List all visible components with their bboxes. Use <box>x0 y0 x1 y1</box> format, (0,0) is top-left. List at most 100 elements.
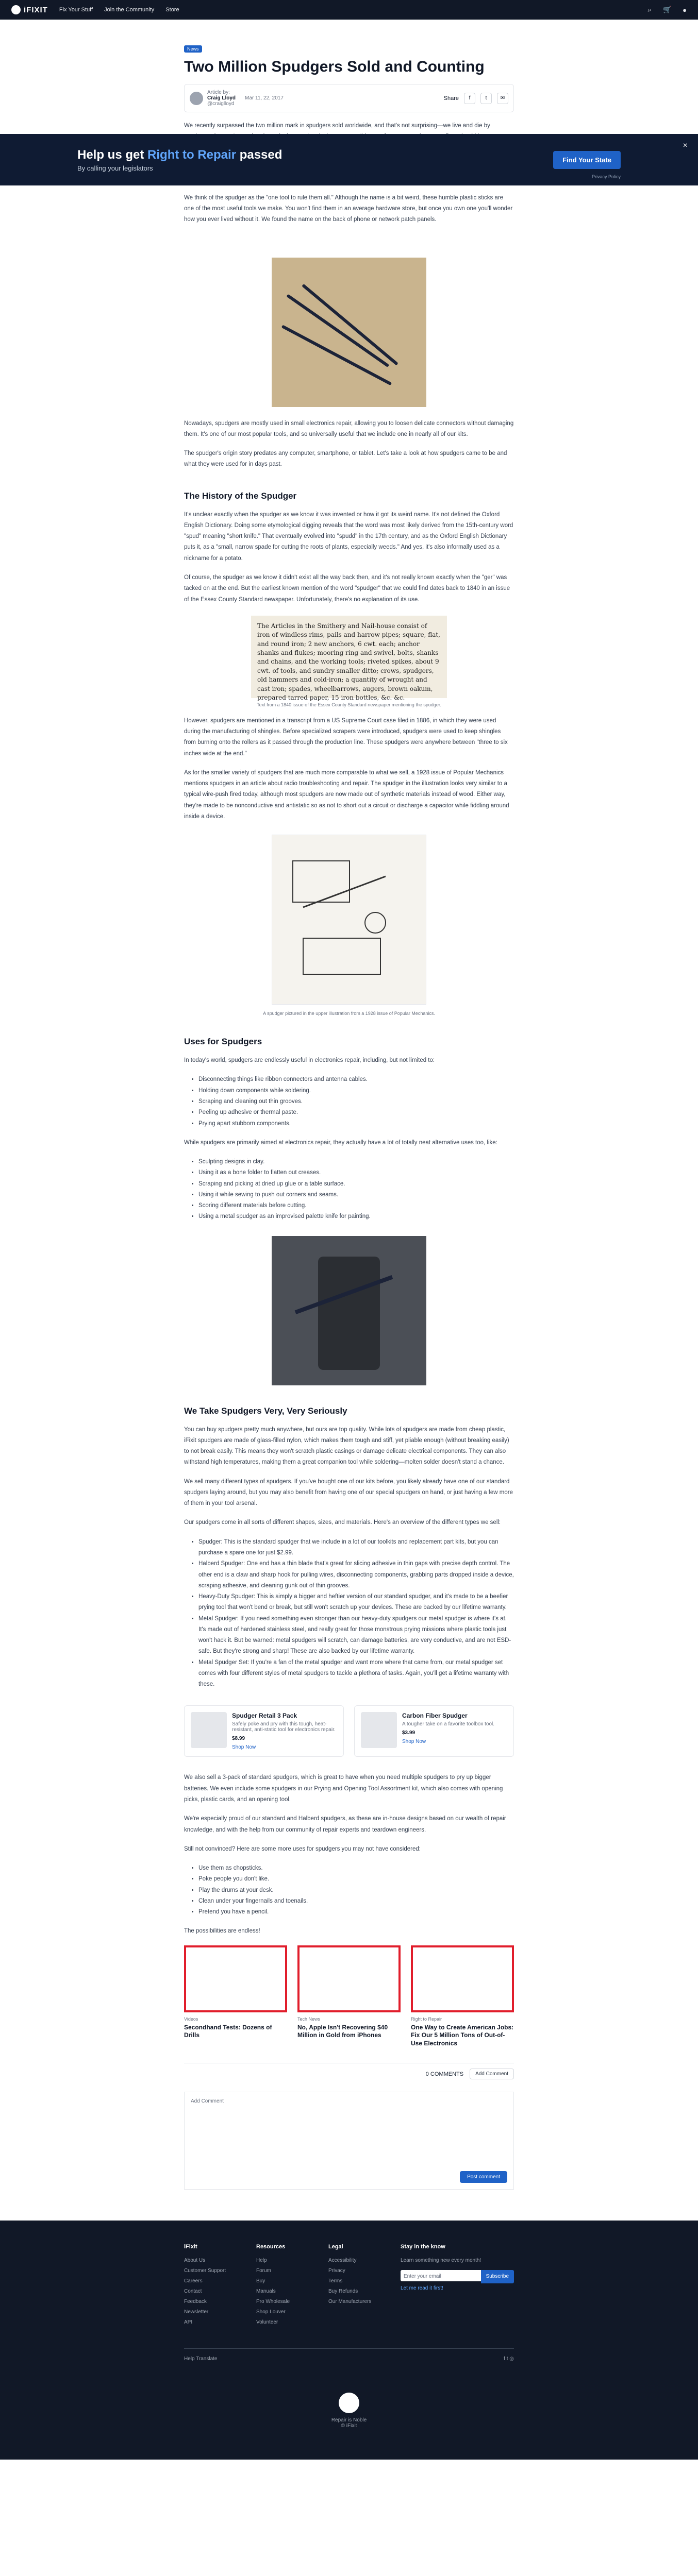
footer-link[interactable]: API <box>184 2317 241 2328</box>
related-image <box>297 1945 401 2012</box>
page-title: Two Million Spudgers Sold and Counting <box>184 58 485 75</box>
list-item: Prying apart stubborn components. <box>198 1118 514 1129</box>
section-heading-uses: Uses for Spudgers <box>184 1037 262 1047</box>
footer-link[interactable]: Help <box>256 2256 313 2266</box>
list-item: Sculpting designs in clay. <box>198 1157 514 1167</box>
newspaper-clipping: The Articles in the Smithery and Nail-ho… <box>251 615 447 701</box>
list-item: Use them as chopsticks. <box>198 1863 514 1874</box>
nav-item-fix[interactable]: Fix Your Stuff <box>59 7 93 13</box>
footer-link[interactable]: Forum <box>256 2266 313 2276</box>
image-caption: Text from a 1840 issue of the Essex Coun… <box>257 702 441 707</box>
paragraph: Our spudgers come in all sorts of differ… <box>184 1519 501 1526</box>
instagram-icon[interactable]: ◎ <box>509 2356 514 2362</box>
paragraph: We think of the spudger as the "one tool… <box>184 194 513 223</box>
paragraph: As for the smaller variety of spudgers t… <box>184 769 509 820</box>
alt-uses-list: Sculpting designs in clay. Using it as a… <box>198 1157 514 1223</box>
author-block: Article by: Craig Lloyd @craiglloyd <box>190 90 236 107</box>
footer-col-ifixit: iFixit About Us Customer Support Careers… <box>184 2241 241 2328</box>
related-image <box>411 1945 514 2012</box>
ifixit-logo-icon <box>339 2393 359 2414</box>
spudger-photo <box>272 257 426 407</box>
footer-link[interactable]: Volunteer <box>256 2317 313 2328</box>
banner-title: Help us get Right to Repair passed <box>77 147 282 162</box>
email-icon[interactable]: ✉ <box>497 92 508 104</box>
add-comment-button[interactable]: Add Comment <box>470 2069 514 2080</box>
related-card[interactable]: Videos Secondhand Tests: Dozens of Drill… <box>184 1945 287 2048</box>
paragraph: We're especially proud of our standard a… <box>184 1816 506 1833</box>
footer-link[interactable]: About Us <box>184 2256 241 2266</box>
avatar[interactable] <box>190 91 203 105</box>
twitter-icon[interactable]: t <box>507 2356 508 2362</box>
footer-link[interactable]: Feedback <box>184 2297 241 2307</box>
paragraph: Still not convinced? Here are some more … <box>184 1845 421 1852</box>
product-image <box>361 1712 397 1749</box>
top-nav: iFIXIT Fix Your Stuff Join the Community… <box>0 0 698 20</box>
comment-box[interactable]: Add Comment Post comment <box>184 2092 514 2190</box>
newsletter: Stay in the know Learn something new eve… <box>401 2241 514 2328</box>
shop-now-link[interactable]: Shop Now <box>232 1744 337 1750</box>
right-to-repair-banner: Help us get Right to Repair passed By ca… <box>0 134 698 185</box>
twitter-icon[interactable]: t <box>480 92 492 104</box>
logo-icon <box>11 5 21 14</box>
types-list: Spudger: This is the standard spudger th… <box>198 1537 514 1690</box>
find-state-button[interactable]: Find Your State <box>553 150 621 169</box>
list-item: Disconnecting things like ribbon connect… <box>198 1074 514 1085</box>
list-item: Pretend you have a pencil. <box>198 1907 514 1918</box>
footer-link[interactable]: Pro Wholesale <box>256 2297 313 2307</box>
footer-link[interactable]: Newsletter <box>184 2307 241 2317</box>
paragraph: The possibilities are endless! <box>184 1928 260 1935</box>
category-tag[interactable]: News <box>184 45 202 53</box>
footer-link[interactable]: Our Manufacturers <box>328 2297 385 2307</box>
footer-link[interactable]: Customer Support <box>184 2266 241 2276</box>
uses-list: Disconnecting things like ribbon connect… <box>198 1074 514 1129</box>
list-item: Clean under your fingernails and toenail… <box>198 1896 514 1907</box>
article-meta: Article by: Craig Lloyd @craiglloyd Mar 11… <box>184 84 514 112</box>
close-icon[interactable]: × <box>683 141 688 150</box>
more-uses-list: Use them as chopsticks. Poke people you … <box>198 1863 514 1918</box>
facebook-icon[interactable]: f <box>504 2356 505 2362</box>
nav-item-store[interactable]: Store <box>165 7 179 13</box>
cart-icon[interactable]: 🛒 <box>663 6 671 14</box>
footer-link[interactable]: Terms <box>328 2276 385 2286</box>
section-heading-serious: We Take Spudgers Very, Very Seriously <box>184 1405 347 1416</box>
social-icons: f t ◎ <box>504 2356 514 2362</box>
list-item: Scraping and cleaning out thin grooves. <box>198 1096 514 1107</box>
paragraph: You can buy spudgers pretty much anywher… <box>184 1426 509 1466</box>
footer-link[interactable]: Shop Louver <box>256 2307 313 2317</box>
search-icon[interactable]: ⌕ <box>648 6 652 14</box>
user-icon[interactable]: ● <box>683 6 687 14</box>
comments-bar: 0 COMMENTS Add Comment <box>184 2063 514 2080</box>
newsletter-link[interactable]: Let me read it first! <box>401 2283 514 2294</box>
nav-item-community[interactable]: Join the Community <box>104 7 154 13</box>
logo[interactable]: iFIXIT <box>11 5 48 14</box>
language-selector[interactable]: Help Translate <box>184 2356 217 2362</box>
list-item: Halberd Spudger: One end has a thin blad… <box>198 1558 514 1591</box>
facebook-icon[interactable]: f <box>464 92 475 104</box>
footer-link[interactable]: Buy <box>256 2276 313 2286</box>
related-card[interactable]: Right to Repair One Way to Create Americ… <box>411 1945 514 2048</box>
product-card[interactable]: Carbon Fiber Spudger A tougher take on a … <box>354 1705 514 1757</box>
related-card[interactable]: Tech News No, Apple Isn't Recovering $40… <box>297 1945 401 2048</box>
list-item: Poke people you don't like. <box>198 1874 514 1885</box>
list-item: Spudger: This is the standard spudger th… <box>198 1537 514 1559</box>
footer-link[interactable]: Careers <box>184 2276 241 2286</box>
footer-link[interactable]: Contact <box>184 2286 241 2297</box>
list-item: Scraping and picking at dried up glue or… <box>198 1179 514 1190</box>
share-block: Share f t ✉ <box>444 92 508 104</box>
email-field[interactable]: Enter your email <box>401 2270 481 2282</box>
subscribe-button[interactable]: Subscribe <box>480 2270 514 2284</box>
paragraph: We sell many different types of spudgers… <box>184 1478 513 1507</box>
illustration-drawing <box>292 860 386 975</box>
footer-link[interactable]: Manuals <box>256 2286 313 2297</box>
related-articles: Videos Secondhand Tests: Dozens of Drill… <box>184 1945 514 2048</box>
paragraph: While spudgers are primarily aimed at el… <box>184 1139 497 1146</box>
privacy-link[interactable]: Privacy Policy <box>592 174 621 179</box>
post-comment-button[interactable]: Post comment <box>460 2171 507 2183</box>
footer-link[interactable]: Buy Refunds <box>328 2286 385 2297</box>
shop-now-link[interactable]: Shop Now <box>402 1739 494 1744</box>
footer-link[interactable]: Privacy <box>328 2266 385 2276</box>
article: News Two Million Spudgers Sold and Count… <box>184 20 514 2190</box>
footer-link[interactable]: Accessibility <box>328 2256 385 2266</box>
product-card[interactable]: Spudger Retail 3 Pack Safely poke and pry… <box>184 1705 344 1757</box>
list-item: Peeling up adhesive or thermal paste. <box>198 1107 514 1118</box>
